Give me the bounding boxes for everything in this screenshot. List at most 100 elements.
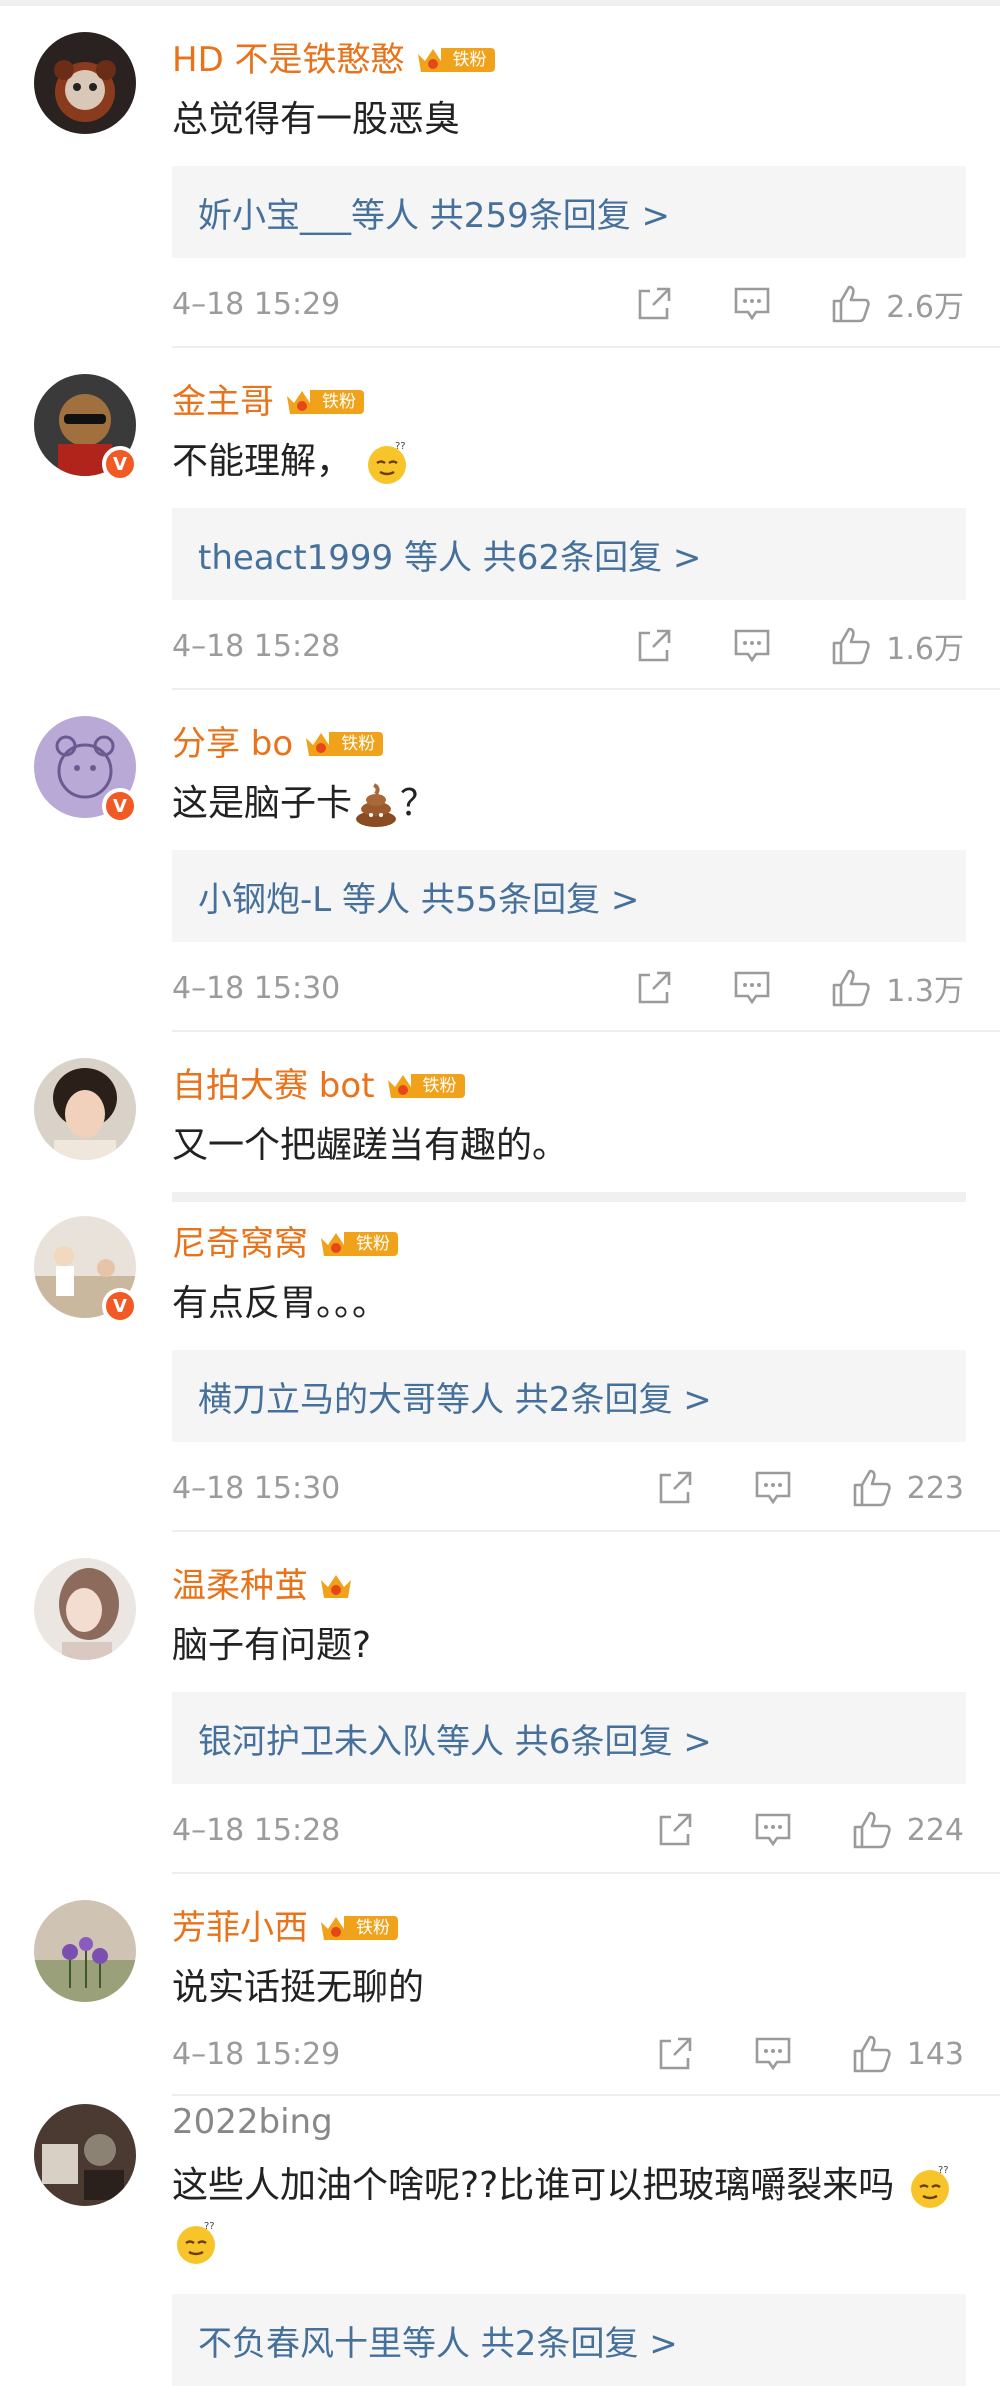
- fan-badge: 铁粉: [318, 1228, 398, 1260]
- comment-divider: [172, 1530, 1000, 1532]
- avatar[interactable]: [34, 1058, 136, 1160]
- comment-text-suffix: ？: [400, 783, 437, 824]
- comment-text: 说实话挺无聊的: [172, 1967, 425, 2008]
- fan-badge: [318, 1570, 354, 1602]
- username[interactable]: 自拍大赛 bot: [172, 1064, 375, 1108]
- comment-icon[interactable]: [732, 968, 772, 1008]
- username[interactable]: 尼奇窝窝: [172, 1222, 308, 1266]
- share-icon[interactable]: [655, 1810, 695, 1850]
- svg-text:??: ??: [938, 2165, 949, 2176]
- verified-badge: V: [102, 788, 138, 824]
- comment-divider: [172, 346, 1000, 348]
- avatar[interactable]: [34, 32, 136, 134]
- avatar[interactable]: V: [34, 716, 138, 824]
- share-icon[interactable]: [655, 2034, 695, 2074]
- like-icon: [853, 2035, 891, 2073]
- timestamp: 4–18 15:28: [172, 628, 341, 664]
- crown-icon: [287, 391, 317, 414]
- avatar[interactable]: V: [34, 1216, 138, 1324]
- reply-summary[interactable]: theact1999 等人 共62条回复 >: [172, 508, 966, 600]
- comment-text-body: 这是脑子卡: [172, 783, 353, 824]
- fan-badge: 铁粉: [284, 386, 364, 418]
- comment-icon[interactable]: [732, 626, 772, 666]
- like-button[interactable]: 143: [851, 2034, 964, 2074]
- avatar[interactable]: [34, 1900, 136, 2002]
- username[interactable]: 温柔种茧: [172, 1564, 308, 1608]
- crown-icon: [321, 1917, 351, 1940]
- like-button[interactable]: 223: [851, 1468, 964, 1508]
- comment-text: 这些人加油个啥呢??比谁可以把玻璃嚼裂来吗 ????: [172, 2158, 962, 2270]
- like-count: 143: [906, 2036, 964, 2072]
- comment-icon[interactable]: [753, 1468, 793, 1508]
- share-icon[interactable]: [634, 968, 674, 1008]
- reply-summary-text: 小钢炮-L 等人 共55条回复 >: [198, 879, 640, 920]
- like-icon: [832, 627, 870, 665]
- comment-text: 脑子有问题?: [172, 1625, 372, 1666]
- share-icon[interactable]: [655, 1468, 695, 1508]
- comment-text-body: 不能理解，: [172, 441, 353, 482]
- timestamp: 4–18 15:28: [172, 1812, 341, 1848]
- crown-icon: [387, 1075, 418, 1098]
- comment-text: 有点反胃。。。: [172, 1283, 389, 1324]
- reply-summary-text: 银河护卫未入队等人 共6条回复 >: [198, 1721, 712, 1762]
- top-divider: [0, 0, 1000, 6]
- timestamp: 4–18 15:29: [172, 2036, 341, 2072]
- crown-icon: [306, 733, 337, 756]
- crown-icon: [321, 1575, 351, 1598]
- share-icon[interactable]: [634, 626, 674, 666]
- comment-text-body: 这些人加油个啥呢??比谁可以把玻璃嚼裂来吗: [172, 2165, 895, 2206]
- comment-divider: [172, 1872, 1000, 1874]
- avatar[interactable]: V: [34, 374, 138, 482]
- like-count: 1.6万: [886, 632, 964, 667]
- fan-badge: 铁粉: [385, 1070, 465, 1102]
- comment-divider: [172, 2094, 1000, 2096]
- reply-summary[interactable]: 小钢炮-L 等人 共55条回复 >: [172, 850, 966, 942]
- timestamp: 4–18 15:29: [172, 286, 341, 322]
- username[interactable]: 分享 bo: [172, 722, 293, 766]
- fan-badge: 铁粉: [303, 728, 384, 760]
- username[interactable]: 金主哥: [172, 380, 274, 424]
- verified-badge: V: [102, 446, 138, 482]
- like-icon: [832, 969, 870, 1007]
- svg-text:??: ??: [395, 441, 406, 452]
- avatar[interactable]: [34, 1558, 136, 1660]
- like-count: 1.3万: [886, 974, 964, 1009]
- comment-icon[interactable]: [753, 1810, 793, 1850]
- svg-text:??: ??: [204, 2221, 215, 2232]
- reply-summary[interactable]: 横刀立马的大哥等人 共2条回复 >: [172, 1350, 966, 1442]
- fan-badge: 铁粉: [415, 44, 495, 76]
- reply-summary[interactable]: 银河护卫未入队等人 共6条回复 >: [172, 1692, 966, 1784]
- like-button[interactable]: 2.6万: [830, 282, 964, 326]
- like-icon: [853, 1811, 891, 1849]
- reply-summary-text: theact1999 等人 共62条回复 >: [198, 537, 702, 578]
- reply-summary-text: 横刀立马的大哥等人 共2条回复 >: [198, 1379, 712, 1420]
- comment-divider: [172, 1030, 1000, 1032]
- like-count: 223: [906, 1470, 964, 1506]
- verified-badge: V: [102, 1288, 138, 1324]
- fan-badge: 铁粉: [318, 1912, 398, 1944]
- comment-icon[interactable]: [732, 284, 772, 324]
- comment-text: 总觉得有一股恶臭: [172, 99, 461, 140]
- crown-icon: [417, 49, 448, 72]
- sweat-emoji: ??: [910, 2165, 949, 2208]
- username[interactable]: 芳菲小西: [172, 1906, 308, 1950]
- comment-text: 不能理解， ??: [172, 434, 962, 490]
- username[interactable]: 2022bing: [172, 2100, 333, 2144]
- share-icon[interactable]: [634, 284, 674, 324]
- like-button[interactable]: 1.6万: [830, 624, 964, 668]
- comment-icon[interactable]: [753, 2034, 793, 2074]
- like-icon: [832, 285, 870, 323]
- reply-summary[interactable]: 不负春风十里等人 共2条回复 >: [172, 2294, 966, 2386]
- avatar[interactable]: [34, 2104, 136, 2206]
- reply-summary[interactable]: 妡小宝___等人 共259条回复 >: [172, 166, 966, 258]
- comment-text: 这是脑子卡 ？: [172, 776, 962, 832]
- reply-summary-clipped: [172, 1192, 966, 1202]
- crown-icon: [321, 1233, 351, 1256]
- poop-emoji: [356, 783, 397, 827]
- sweat-emoji: ??: [177, 2221, 215, 2264]
- like-button[interactable]: 224: [851, 1810, 964, 1850]
- timestamp: 4–18 15:30: [172, 970, 341, 1006]
- like-count: 2.6万: [886, 290, 964, 325]
- username[interactable]: HD 不是铁憨憨: [172, 38, 405, 82]
- like-button[interactable]: 1.3万: [830, 966, 964, 1010]
